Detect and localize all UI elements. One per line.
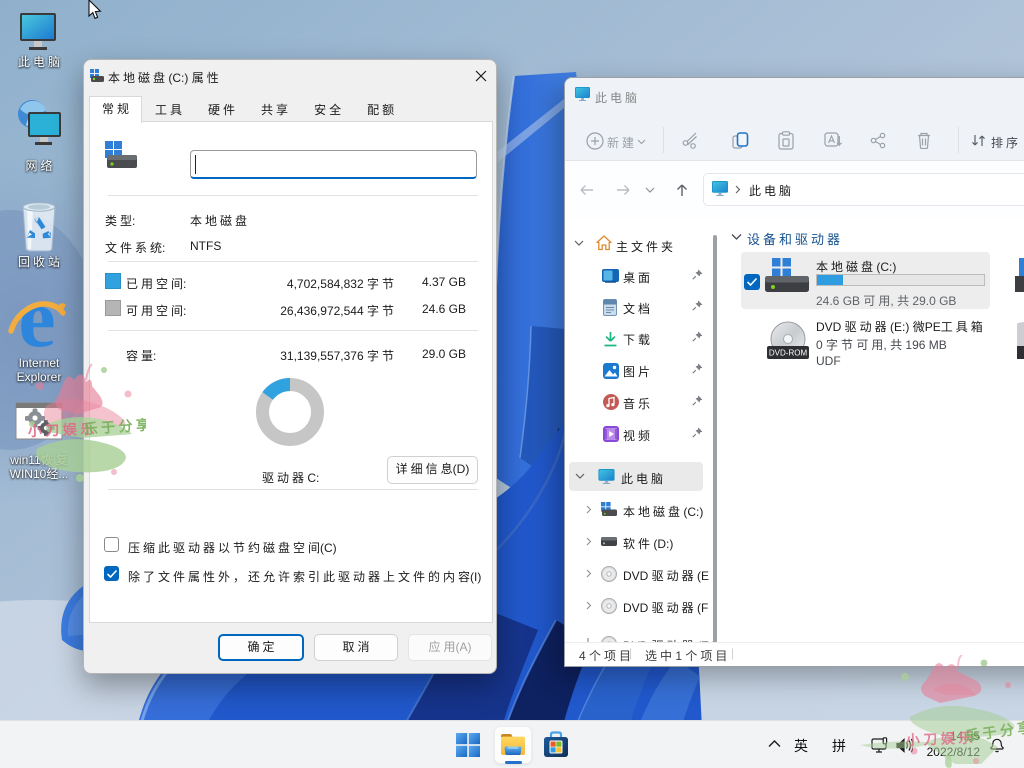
svg-text:DVD-ROM: DVD-ROM (769, 349, 808, 358)
